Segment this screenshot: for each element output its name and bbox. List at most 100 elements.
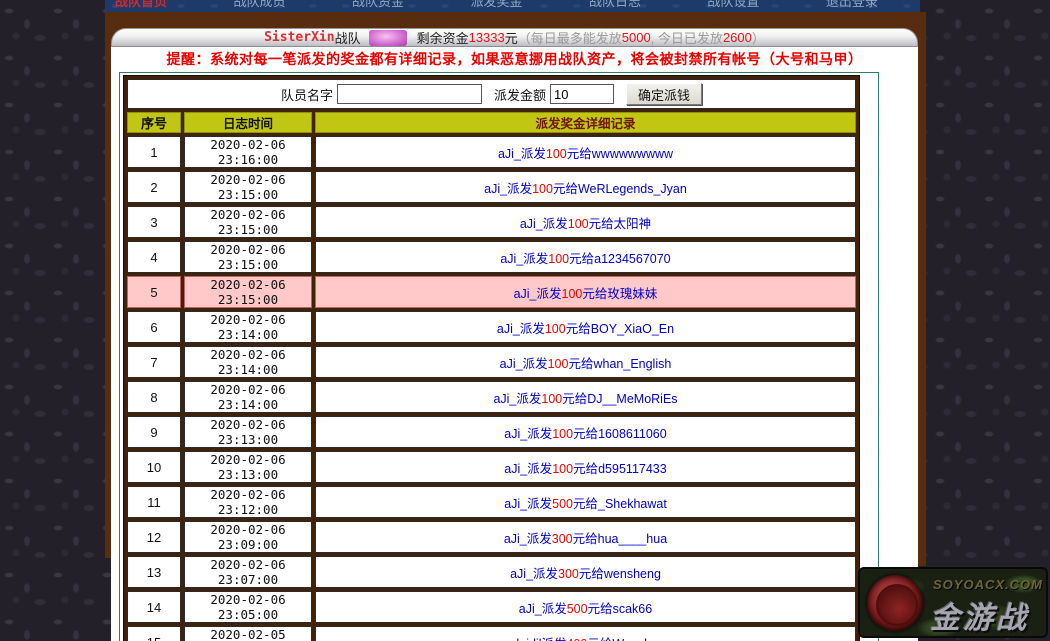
payout-record: aJi_派发100元给a1234567070	[315, 241, 856, 273]
row-number: 13	[127, 556, 181, 588]
row-number: 3	[127, 206, 181, 238]
row-timestamp: 2020-02-05 19:11:00	[184, 626, 312, 641]
payout-amount: 300	[551, 531, 573, 546]
payout-recipient: DJ__MeMoRiEs	[587, 391, 678, 406]
payout-recipient: BOY_XiaO_En	[590, 321, 675, 336]
funds-note-mid: , 今日已发放	[650, 31, 723, 46]
nav-item[interactable]: 退出登录	[826, 0, 878, 10]
funds-note-open: （每日最多能发放	[517, 31, 622, 46]
row-number: 2	[127, 171, 181, 203]
form-row: 队员名字 派发金额 确定派钱	[127, 79, 856, 109]
payout-recipient: scak66	[612, 601, 653, 616]
funds-value: 13333	[468, 30, 505, 45]
payout-suffix: 元给	[569, 251, 595, 266]
payout-payer-action: aJi_派发	[484, 181, 533, 196]
payout-recipient: 太阳神	[613, 216, 652, 231]
payout-recipient: Wensheng	[612, 637, 672, 641]
payout-recipient: wwwwwwwww	[591, 146, 674, 161]
row-number: 9	[127, 416, 181, 448]
panel-body: 提醒：系统对每一笔派发的奖金都有详细记录，如果恶意挪用战队资产，将会被封禁所有帐…	[111, 47, 918, 641]
table-row: 1 2020-02-06 23:16:00 aJi_派发100元给wwwwwwwww	[127, 136, 856, 168]
payout-suffix: 元给	[552, 181, 578, 196]
payout-amount: 300	[558, 566, 579, 581]
table-row: 13 2020-02-06 23:07:00 aJi_派发300元给wensheng	[127, 556, 856, 588]
nav-item[interactable]: 战队设置	[707, 0, 759, 10]
table-row: 9 2020-02-06 23:13:00 aJi_派发100元给160861106…	[127, 416, 856, 448]
payout-amount: 400	[566, 637, 587, 641]
payout-payer-action: aJi_派发	[519, 216, 568, 231]
payout-amount: 100	[544, 321, 566, 336]
payout-recipient: 1608611060	[598, 426, 667, 441]
row-number: 14	[127, 591, 181, 623]
payout-suffix: 元给	[565, 321, 591, 336]
payout-recipient: a1234567070	[594, 251, 671, 266]
confirm-pay-button[interactable]: 确定派钱	[626, 83, 703, 105]
col-header-record: 派发奖金详细记录	[315, 112, 856, 133]
row-number: 8	[127, 381, 181, 413]
amount-input[interactable]	[550, 84, 614, 104]
table-row: 2 2020-02-06 23:15:00 aJi_派发100元给WeRLegend…	[127, 171, 856, 203]
row-number: 1	[127, 136, 181, 168]
row-number: 6	[127, 311, 181, 343]
payout-payer-action: aJi_派发	[513, 286, 562, 301]
funds-unit: 元	[504, 31, 518, 46]
payout-amount: 100	[567, 216, 589, 231]
decor-image	[368, 29, 407, 46]
payout-suffix: 元给	[578, 566, 604, 581]
payout-amount: 100	[545, 146, 567, 161]
nav-logo-fragment[interactable]: 战队首页	[115, 0, 167, 10]
payout-payer-action: aJi_派发	[500, 251, 549, 266]
nav-item[interactable]: 战队日志	[589, 0, 641, 10]
row-number: 7	[127, 346, 181, 378]
payout-recipient: wensheng	[603, 566, 661, 581]
amount-label: 派发金额	[493, 87, 546, 103]
payout-record: aJi_派发100元给玫瑰妹妹	[315, 276, 856, 308]
payout-amount: 100	[552, 426, 574, 441]
table-row: 12 2020-02-06 23:09:00 aJi_派发300元给hua____h…	[127, 521, 856, 553]
payout-record: aJi_派发100元给WeRLegends_Jyan	[315, 171, 856, 203]
payout-recipient: WeRLegends_Jyan	[577, 181, 687, 196]
table-row: 6 2020-02-06 23:14:00 aJi_派发100元给BOY_XiaO_…	[127, 311, 856, 343]
col-header-time: 日志时间	[184, 112, 312, 133]
payout-recipient: hua____hua	[597, 531, 668, 546]
payout-record: aJi_派发100元给whan_English	[315, 346, 856, 378]
row-number: 10	[127, 451, 181, 483]
content-frame: SisterXin 战队 剩余资金 13333 元（每日最多能发放 5000, 今日已发…	[105, 12, 918, 641]
sent-today: 2600	[722, 30, 752, 45]
payout-payer-action: aJi_派发	[499, 356, 548, 371]
payout-payer-action: aJi_派发	[510, 566, 559, 581]
payout-amount: 100	[552, 461, 574, 476]
nav-item[interactable]: 派发奖金	[470, 0, 522, 10]
daily-max: 5000	[621, 30, 651, 45]
nav-item[interactable]: 战队成员	[233, 0, 285, 10]
member-name-input[interactable]	[336, 84, 482, 104]
payout-suffix: 元给	[588, 216, 614, 231]
row-number: 4	[127, 241, 181, 273]
payout-suffix: 元给	[562, 391, 588, 406]
table-row: 3 2020-02-06 23:15:00 aJi_派发100元给太阳神	[127, 206, 856, 238]
payout-payer-action: aJi_派发	[496, 321, 545, 336]
payout-amount: 100	[547, 356, 569, 371]
row-timestamp: 2020-02-06 23:07:00	[184, 556, 312, 588]
row-timestamp: 2020-02-06 23:15:00	[184, 241, 312, 273]
payout-record: aJi_派发100元给wwwwwwwww	[315, 136, 856, 168]
row-timestamp: 2020-02-06 23:05:00	[184, 591, 312, 623]
team-name-cn: 战队	[334, 31, 361, 46]
row-timestamp: 2020-02-06 23:14:00	[184, 381, 312, 413]
payout-record: aJi_派发500元给_Shekhawat	[315, 486, 856, 518]
payout-record: aJi_派发300元给wensheng	[315, 556, 856, 588]
table-row: 11 2020-02-06 23:12:00 aJi_派发500元给_Shekhaw…	[127, 486, 856, 518]
payout-suffix: 元给	[568, 356, 594, 371]
frame-right-edge	[918, 12, 926, 566]
logo-site-url: SOYOACX.COM	[933, 577, 1043, 592]
panel-header: SisterXin 战队 剩余资金 13333 元（每日最多能发放 5000, 今日已发…	[111, 28, 918, 47]
row-timestamp: 2020-02-06 23:13:00	[184, 416, 312, 448]
table-row: 8 2020-02-06 23:14:00 aJi_派发100元给DJ__MeMoR…	[127, 381, 856, 413]
member-name-label: 队员名字	[280, 87, 333, 103]
payout-recipient: _Shekhawat	[598, 496, 667, 511]
row-timestamp: 2020-02-06 23:09:00	[184, 521, 312, 553]
payout-suffix: 元给	[587, 637, 612, 641]
row-timestamp: 2020-02-06 23:15:00	[184, 206, 312, 238]
nav-item[interactable]: 战队资金	[352, 0, 404, 10]
payout-recipient: d595117433	[598, 461, 667, 476]
